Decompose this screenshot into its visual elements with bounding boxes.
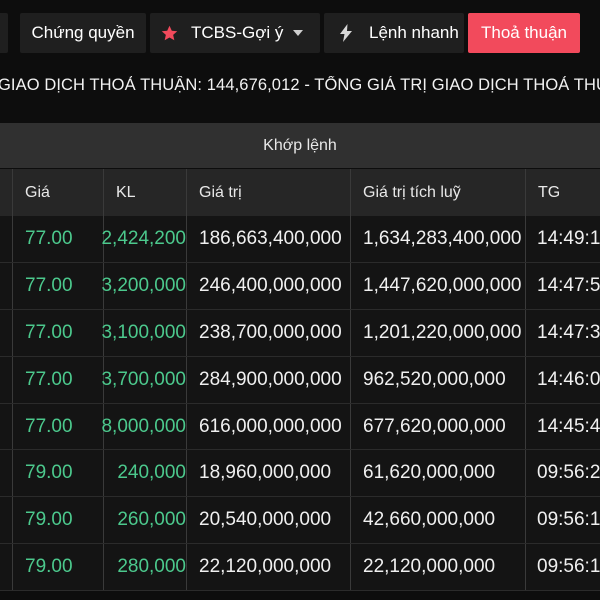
column-header-gia[interactable]: Giá (13, 169, 103, 216)
table-row[interactable]: 77.00 2,424,200 186,663,400,000 1,634,28… (0, 216, 600, 263)
cell-gia-tri: 20,540,000,000 (199, 509, 332, 531)
cell-tg: 09:56:1 (537, 556, 600, 578)
table-row[interactable]: 79.00 240,000 18,960,000,000 61,620,000,… (0, 450, 600, 498)
cell-kl: 2,424,200 (101, 227, 186, 249)
cell-gia: 77.00 (25, 274, 73, 296)
star-icon (161, 25, 178, 40)
cell-kl: 3,100,000 (101, 321, 186, 343)
cell-tg: 09:56:2 (537, 462, 600, 484)
cell-kl: 3,700,000 (101, 368, 186, 390)
cell-gia-tri: 238,700,000,000 (199, 321, 342, 343)
match-table: Khớp lệnh Giá KL Giá trị Giá trị tích lu… (0, 123, 600, 600)
tab-thoa-thuan-active[interactable]: Thoả thuận (468, 13, 580, 53)
table-row[interactable]: 77.00 3,100,000 238,700,000,000 1,201,22… (0, 309, 600, 357)
cell-kl: 280,000 (117, 556, 186, 578)
cell-gia: 77.00 (25, 368, 73, 390)
table-row[interactable]: 77.00 8,000,000 616,000,000,000 677,620,… (0, 403, 600, 451)
column-header-gia-tri-tich-luy[interactable]: Giá trị tích luỹ (351, 169, 525, 216)
table-row[interactable]: 79.00 280,000 22,120,000,000 22,120,000,… (0, 544, 600, 592)
cell-gia-tri-tich-luy: 1,201,220,000,000 (363, 321, 522, 343)
cell-gia-tri-tich-luy: 962,520,000,000 (363, 368, 506, 390)
page: Chứng quyền TCBS-Gợi ý Lệnh nhanh Thoả t… (0, 0, 600, 600)
cell-gia: 77.00 (25, 227, 73, 249)
cell-tg: 14:49:1 (537, 227, 600, 249)
cell-gia-tri-tich-luy: 42,660,000,000 (363, 509, 496, 531)
table-row[interactable]: 79.00 260,000 20,540,000,000 42,660,000,… (0, 497, 600, 545)
tab-chung-quyen[interactable]: Chứng quyền (20, 13, 146, 53)
cell-gia-tri: 284,900,000,000 (199, 368, 342, 390)
cell-gia: 79.00 (25, 509, 73, 531)
cell-tg: 14:47:3 (537, 321, 600, 343)
table-row[interactable]: 77.00 3,700,000 284,900,000,000 962,520,… (0, 356, 600, 404)
lightning-icon (340, 24, 352, 42)
tab-bar: Chứng quyền TCBS-Gợi ý Lệnh nhanh Thoả t… (0, 0, 600, 62)
cell-tg: 14:46:0 (537, 368, 600, 390)
cell-gia-tri-tich-luy: 61,620,000,000 (363, 462, 496, 484)
cell-gia-tri: 22,120,000,000 (199, 556, 332, 578)
caret-down-icon[interactable] (293, 30, 304, 36)
tab-chung-quyen-label: Chứng quyền (31, 23, 135, 42)
cell-gia-tri: 616,000,000,000 (199, 415, 342, 437)
tab-lenh-nhanh[interactable]: Lệnh nhanh (324, 13, 464, 53)
cell-gia: 79.00 (25, 556, 73, 578)
cell-gia-tri-tich-luy: 1,447,620,000,000 (363, 274, 522, 296)
table-row[interactable]: 77.00 3,200,000 246,400,000,000 1,447,62… (0, 262, 600, 310)
tab-thoa-thuan-label: Thoả thuận (480, 23, 567, 42)
cell-gia-tri: 246,400,000,000 (199, 274, 342, 296)
cell-gia-tri: 186,663,400,000 (199, 227, 342, 249)
group-header-khop-lenh: Khớp lệnh (0, 123, 600, 168)
cell-gia: 77.00 (25, 415, 73, 437)
cell-kl: 240,000 (117, 462, 186, 484)
tab-previous-partial[interactable] (0, 13, 8, 53)
tab-tcbs-goi-y-label: TCBS-Gợi ý (191, 23, 284, 42)
summary-line: GIAO DỊCH THOẢ THUẬN: 144,676,012 - TỔNG… (0, 76, 600, 94)
cell-kl: 3,200,000 (101, 274, 186, 296)
cell-gia-tri-tich-luy: 1,634,283,400,000 (363, 227, 522, 249)
column-header-gia-tri[interactable]: Giá trị (187, 169, 350, 216)
cell-tg: 14:47:5 (537, 274, 600, 296)
cell-gia-tri-tich-luy: 22,120,000,000 (363, 556, 496, 578)
cell-gia-tri-tich-luy: 677,620,000,000 (363, 415, 506, 437)
table-body: 77.00 2,424,200 186,663,400,000 1,634,28… (0, 216, 600, 592)
cell-gia: 77.00 (25, 321, 73, 343)
cell-kl: 260,000 (117, 509, 186, 531)
tab-tcbs-goi-y[interactable]: TCBS-Gợi ý (150, 13, 320, 53)
cell-tg: 14:45:4 (537, 415, 600, 437)
cell-tg: 09:56:1 (537, 509, 600, 531)
cell-gia: 79.00 (25, 462, 73, 484)
column-header-kl[interactable]: KL (104, 169, 186, 216)
tab-lenh-nhanh-label: Lệnh nhanh (369, 23, 459, 42)
column-header-tg[interactable]: TG (526, 169, 600, 216)
column-header-row: Giá KL Giá trị Giá trị tích luỹ TG (0, 169, 600, 216)
cell-kl: 8,000,000 (101, 415, 186, 437)
cell-gia-tri: 18,960,000,000 (199, 462, 332, 484)
